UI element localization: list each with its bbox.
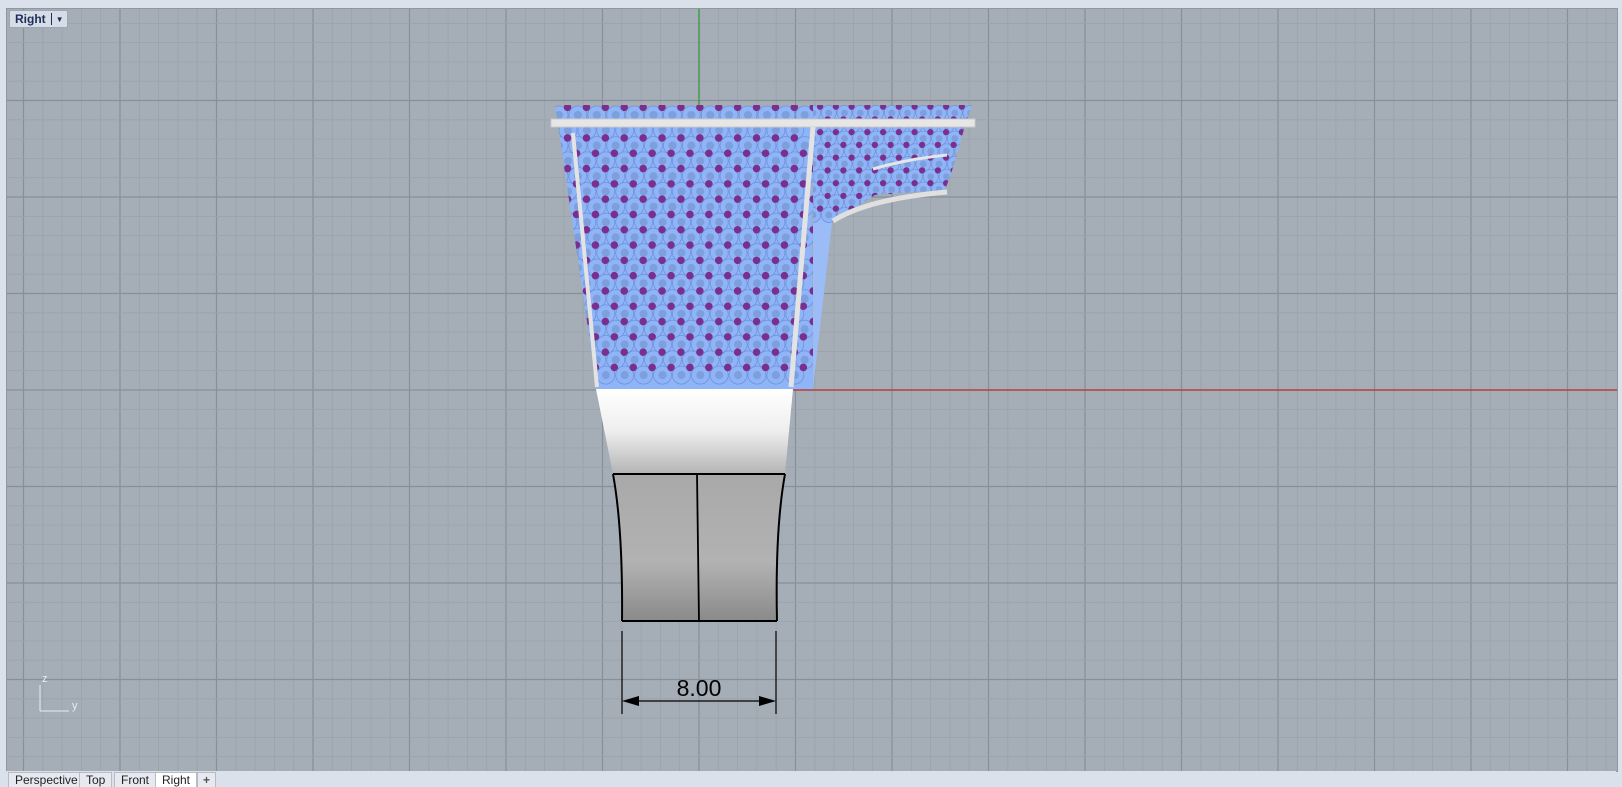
axis-indicator: z y [39, 673, 78, 712]
viewport-title-text: Right [15, 12, 46, 26]
axis-y-label: y [72, 700, 78, 712]
viewport-tabbar: Perspective Top Front Right + [6, 771, 1616, 787]
ring-model [550, 105, 976, 622]
gem-cluster [555, 105, 813, 385]
dropdown-arrow-icon[interactable]: ▼ [56, 15, 64, 24]
right-viewport[interactable]: 8.00 z y Right ▼ [6, 8, 1618, 772]
viewport-title[interactable]: Right ▼ [9, 10, 68, 28]
axis-z-label: z [42, 673, 48, 685]
top-plate [550, 118, 976, 128]
dimension-text: 8.00 [677, 675, 722, 701]
viewport-scene: 8.00 z y [7, 9, 1617, 771]
ring-neck [596, 389, 793, 474]
